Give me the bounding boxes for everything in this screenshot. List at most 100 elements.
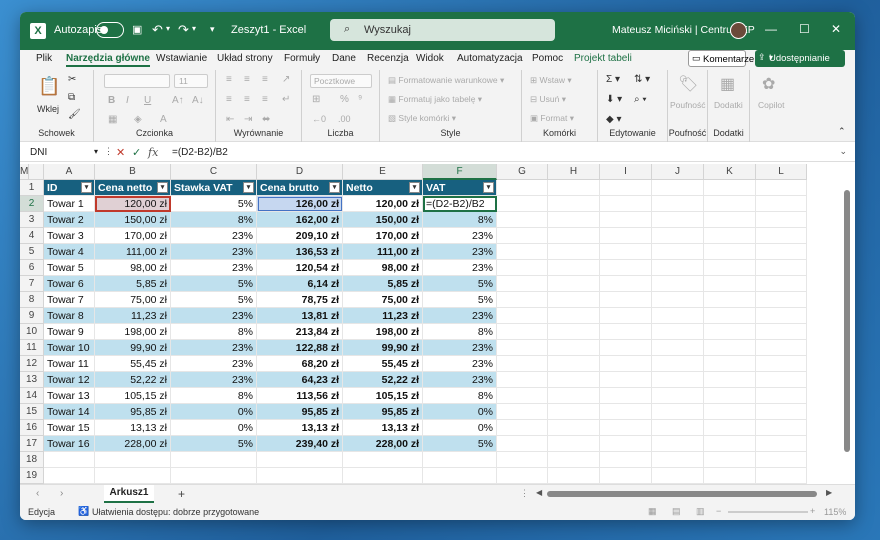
filter-dropdown-icon[interactable]: ▾ <box>409 182 420 193</box>
empty-cell[interactable] <box>497 404 548 420</box>
empty-cell[interactable] <box>600 420 652 436</box>
table-cell[interactable]: 23% <box>171 308 257 324</box>
table-cell[interactable]: 13,13 zł <box>343 420 423 436</box>
row-header[interactable]: 3 <box>20 212 44 228</box>
empty-cell[interactable] <box>756 180 807 196</box>
table-cell[interactable]: 99,90 zł <box>95 340 171 356</box>
tab-pomoc[interactable]: Pomoc <box>532 53 563 64</box>
empty-cell[interactable] <box>704 452 756 468</box>
formula-input[interactable]: =(D2-B2)/B2 <box>172 147 228 158</box>
table-cell[interactable]: 23% <box>171 228 257 244</box>
empty-cell[interactable] <box>600 436 652 452</box>
copilot-button-label[interactable]: Copilot <box>758 100 784 110</box>
empty-cell[interactable] <box>548 372 600 388</box>
tab-projekt-tabeli[interactable]: Projekt tabeli <box>574 53 632 64</box>
empty-cell[interactable] <box>652 340 704 356</box>
table-cell[interactable]: 228,00 zł <box>95 436 171 452</box>
align-middle-icon[interactable]: ≡ <box>244 74 250 85</box>
table-cell[interactable]: 150,00 zł <box>343 212 423 228</box>
row-header[interactable]: 8 <box>20 292 44 308</box>
accessibility-status[interactable]: Ułatwienia dostępu: dobrze przygotowane <box>92 507 259 517</box>
sensitivity-icon[interactable]: 🏷 <box>678 74 698 94</box>
tab-dane[interactable]: Dane <box>332 53 356 64</box>
column-header[interactable]: B <box>95 164 171 180</box>
empty-cell[interactable] <box>652 436 704 452</box>
table-cell[interactable]: 23% <box>423 372 497 388</box>
table-cell[interactable]: 75,00 zł <box>95 292 171 308</box>
empty-cell[interactable] <box>497 436 548 452</box>
fill-icon[interactable]: ⬇ ▾ <box>606 94 622 105</box>
row-header[interactable]: 14 <box>20 388 44 404</box>
tab-automatyzacja[interactable]: Automatyzacja <box>457 53 523 64</box>
table-cell[interactable]: 8% <box>423 324 497 340</box>
insert-button[interactable]: ⊞ Wstaw ▾ <box>530 75 572 86</box>
empty-cell[interactable] <box>756 276 807 292</box>
empty-cell[interactable] <box>548 436 600 452</box>
table-cell[interactable]: 170,00 zł <box>343 228 423 244</box>
table-cell[interactable]: 64,23 zł <box>257 372 343 388</box>
table-cell[interactable]: Towar 7 <box>44 292 95 308</box>
align-center-icon[interactable]: ≡ <box>244 94 250 105</box>
table-cell[interactable]: 0% <box>171 420 257 436</box>
table-cell[interactable]: 120,00 zł <box>95 196 171 212</box>
column-header[interactable]: H <box>548 164 600 180</box>
column-header[interactable]: L <box>756 164 807 180</box>
prev-sheet-icon[interactable]: ‹ <box>36 488 39 499</box>
empty-cell[interactable] <box>756 388 807 404</box>
empty-cell[interactable] <box>652 356 704 372</box>
empty-cell[interactable] <box>756 404 807 420</box>
customize-toolbar-icon[interactable]: ▾ <box>210 24 215 35</box>
column-header[interactable]: J <box>652 164 704 180</box>
table-cell[interactable]: 52,22 zł <box>95 372 171 388</box>
table-cell[interactable]: 55,45 zł <box>95 356 171 372</box>
table-cell[interactable]: 23% <box>171 244 257 260</box>
empty-cell[interactable] <box>497 228 548 244</box>
empty-cell[interactable] <box>652 324 704 340</box>
empty-cell[interactable] <box>548 308 600 324</box>
row-header[interactable]: 16 <box>20 420 44 436</box>
empty-cell[interactable] <box>497 452 548 468</box>
table-cell[interactable]: 5% <box>171 196 257 212</box>
empty-cell[interactable] <box>652 260 704 276</box>
align-left-icon[interactable]: ≡ <box>226 94 232 105</box>
cancel-formula-icon[interactable]: ✕ <box>116 146 125 159</box>
table-cell[interactable]: Towar 3 <box>44 228 95 244</box>
table-cell[interactable]: 239,40 zł <box>257 436 343 452</box>
empty-cell[interactable] <box>652 244 704 260</box>
table-cell[interactable]: 198,00 zł <box>95 324 171 340</box>
empty-cell[interactable] <box>704 292 756 308</box>
undo-dropdown-icon[interactable]: ▾ <box>166 24 170 33</box>
empty-cell[interactable] <box>343 452 423 468</box>
empty-cell[interactable] <box>704 468 756 484</box>
fill-color-icon[interactable]: ◈ <box>134 114 142 125</box>
empty-cell[interactable] <box>497 260 548 276</box>
empty-cell[interactable] <box>548 468 600 484</box>
empty-cell[interactable] <box>756 260 807 276</box>
empty-cell[interactable] <box>652 228 704 244</box>
table-cell[interactable]: 5,85 zł <box>95 276 171 292</box>
table-cell[interactable]: Towar 6 <box>44 276 95 292</box>
font-color-icon[interactable]: A <box>160 114 167 125</box>
empty-cell[interactable] <box>343 468 423 484</box>
autosave-toggle[interactable] <box>96 22 124 38</box>
tab-recenzja[interactable]: Recenzja <box>367 53 409 64</box>
empty-cell[interactable] <box>497 212 548 228</box>
empty-cell[interactable] <box>600 196 652 212</box>
table-header-cell[interactable]: Cena netto ▾ <box>95 180 171 196</box>
copilot-icon[interactable]: ✿ <box>762 74 775 94</box>
empty-cell[interactable] <box>548 212 600 228</box>
tab-widok[interactable]: Widok <box>416 53 444 64</box>
empty-cell[interactable] <box>497 324 548 340</box>
empty-cell[interactable] <box>497 340 548 356</box>
format-button[interactable]: ▣ Format ▾ <box>530 113 574 124</box>
undo-icon[interactable]: ↶ <box>152 22 163 38</box>
empty-cell[interactable] <box>652 276 704 292</box>
table-cell[interactable]: 95,85 zł <box>257 404 343 420</box>
table-cell[interactable]: 122,88 zł <box>257 340 343 356</box>
table-cell[interactable]: 99,90 zł <box>343 340 423 356</box>
column-header[interactable]: I <box>600 164 652 180</box>
table-cell[interactable]: Towar 10 <box>44 340 95 356</box>
share-button[interactable]: ⇪ Udostępnianie ▾ <box>755 50 845 67</box>
empty-cell[interactable] <box>95 468 171 484</box>
tab-plik[interactable]: Plik <box>36 53 52 64</box>
